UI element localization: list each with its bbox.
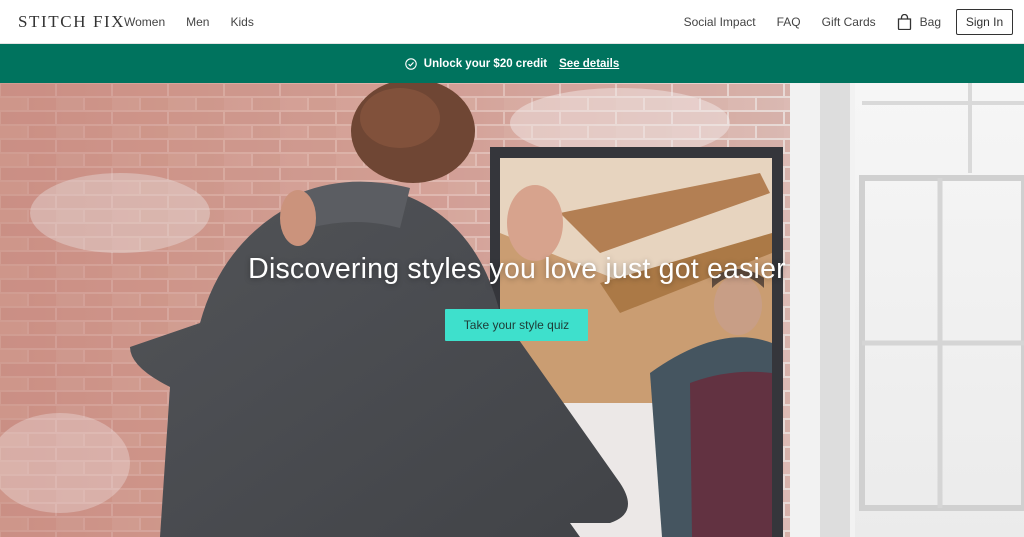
secondary-nav: Social Impact FAQ Gift Cards Bag Sign In bbox=[684, 0, 1024, 44]
promo-banner: Unlock your $20 credit See details bbox=[0, 44, 1024, 83]
nav-men[interactable]: Men bbox=[186, 15, 209, 29]
sign-in-button[interactable]: Sign In bbox=[956, 9, 1013, 35]
nav-women[interactable]: Women bbox=[124, 15, 165, 29]
nav-social-impact[interactable]: Social Impact bbox=[684, 15, 756, 29]
nav-faq[interactable]: FAQ bbox=[777, 15, 801, 29]
hero-headline: Discovering styles you love just got eas… bbox=[248, 253, 786, 285]
bag-link[interactable]: Bag bbox=[897, 14, 941, 30]
brand-logo[interactable]: STITCH FIX bbox=[18, 12, 125, 32]
primary-nav: Women Men Kids bbox=[124, 15, 275, 29]
shopping-bag-icon bbox=[897, 14, 911, 30]
nav-kids[interactable]: Kids bbox=[230, 15, 253, 29]
check-circle-icon bbox=[405, 57, 417, 70]
see-details-link[interactable]: See details bbox=[559, 58, 619, 70]
promo-text: Unlock your $20 credit bbox=[423, 57, 548, 70]
nav-gift-cards[interactable]: Gift Cards bbox=[822, 15, 876, 29]
top-navigation: STITCH FIX Women Men Kids Social Impact … bbox=[0, 0, 1024, 44]
style-quiz-button[interactable]: Take your style quiz bbox=[445, 309, 588, 341]
bag-label[interactable]: Bag bbox=[920, 15, 941, 29]
hero-section: Discovering styles you love just got eas… bbox=[0, 83, 1024, 537]
